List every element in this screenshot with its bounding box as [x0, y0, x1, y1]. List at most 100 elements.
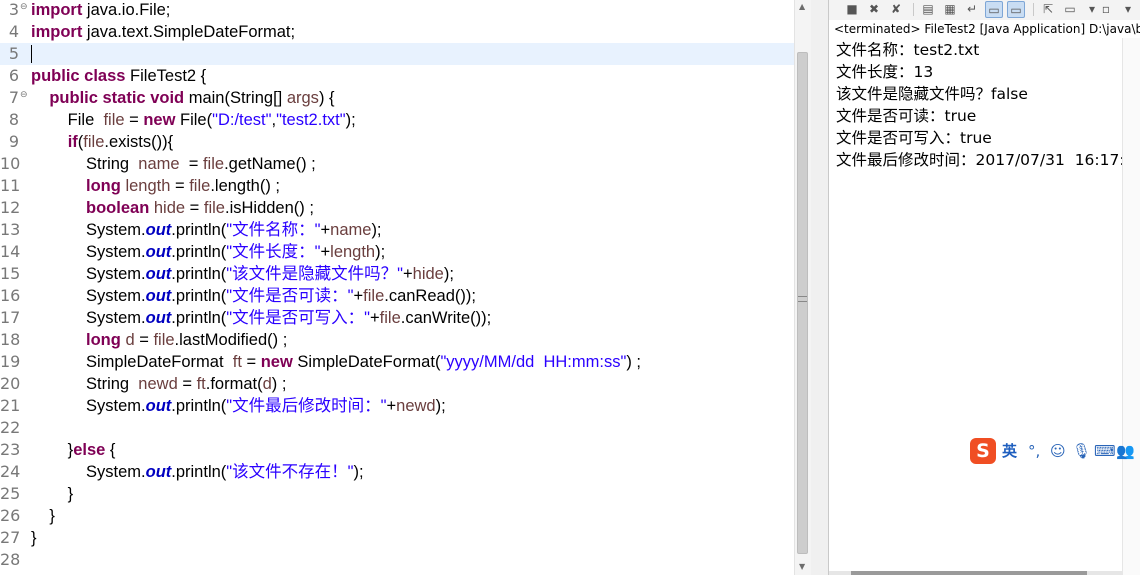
display-console-icon[interactable]: ▭: [1061, 1, 1079, 18]
code-token: d: [125, 331, 135, 349]
console-output-line: 文件最后修改时间：2017/07/31 16:17:: [836, 151, 1125, 169]
fold-toggle-icon[interactable]: ⊖: [20, 2, 28, 12]
scrollbar-thumb[interactable]: [797, 52, 808, 554]
code-token: public class: [31, 67, 126, 85]
terminate-icon[interactable]: ■: [843, 1, 861, 18]
ime-language-toggle[interactable]: 英: [1002, 440, 1017, 462]
console-vertical-scrollbar[interactable]: [1122, 38, 1140, 575]
pane-divider[interactable]: [811, 0, 829, 575]
code-line[interactable]: 6 public class FileTest2 {: [0, 65, 794, 87]
scrollbar-thumb[interactable]: [851, 571, 1087, 575]
code-line[interactable]: 3 ⊖ import java.io.File;: [0, 0, 794, 21]
ime-toolbar[interactable]: S 英 °,☺🎙⌨👥⇧: [968, 437, 1140, 465]
code-token: file: [202, 155, 225, 173]
code-line[interactable]: 25 }: [0, 483, 794, 505]
code-text[interactable]: }: [31, 505, 55, 527]
code-line[interactable]: 4 import java.text.SimpleDateFormat;: [0, 21, 794, 43]
code-token: "文件是否可写入：": [226, 309, 371, 327]
editor-vertical-scrollbar[interactable]: ▲ ▼: [794, 0, 811, 575]
code-text[interactable]: if(file.exists()){: [31, 131, 173, 153]
code-text[interactable]: System.out.println("文件最后修改时间："+newd);: [31, 395, 446, 417]
fold-toggle-icon[interactable]: ⊖: [20, 90, 28, 100]
code-line[interactable]: 24 System.out.println("该文件不存在！");: [0, 461, 794, 483]
code-text[interactable]: }: [31, 527, 37, 549]
word-wrap-icon[interactable]: ↵: [963, 1, 981, 18]
code-line[interactable]: 20 String newd = ft.format(d) ;: [0, 373, 794, 395]
code-line[interactable]: 11 long length = file.length() ;: [0, 175, 794, 197]
code-line[interactable]: 27}: [0, 527, 794, 549]
view-menu-icon[interactable]: ▾: [1119, 1, 1137, 18]
code-line[interactable]: 18 long d = file.lastModified() ;: [0, 329, 794, 351]
code-token: +: [386, 397, 397, 415]
code-token: .length() ;: [210, 177, 281, 195]
code-line[interactable]: 26 }: [0, 505, 794, 527]
code-token: file: [363, 287, 385, 305]
code-line[interactable]: 17 System.out.println("文件是否可写入："+file.ca…: [0, 307, 794, 329]
code-line[interactable]: 28: [0, 549, 794, 571]
code-line[interactable]: 23 }else {: [0, 439, 794, 461]
code-text[interactable]: System.out.println("文件是否可写入："+file.canWr…: [31, 307, 491, 329]
code-token: +: [353, 287, 364, 305]
code-token: ) {: [318, 89, 335, 107]
keyboard-icon[interactable]: ⌨: [1094, 440, 1116, 462]
code-text[interactable]: System.out.println("文件长度："+length);: [31, 241, 385, 263]
user-icon[interactable]: 👥: [1116, 440, 1135, 462]
code-text[interactable]: public class FileTest2 {: [31, 65, 206, 87]
show-on-stderr-icon[interactable]: ▭: [1007, 1, 1025, 18]
sogou-logo-icon[interactable]: S: [970, 438, 996, 464]
code-token: =: [124, 111, 144, 129]
code-line[interactable]: 15 System.out.println("该文件是隐藏文件吗？"+hide)…: [0, 263, 794, 285]
code-line[interactable]: 22: [0, 417, 794, 439]
console-view[interactable]: ■ ✖ ✘ ▤ ▦ ↵ ▭ ▭ ⇱ ▭ ▾ ▫ ▾ <terminated> FileTest2 [Ja…: [829, 0, 1140, 575]
code-token: args: [286, 89, 319, 107]
remove-all-terminated-icon[interactable]: ✘: [887, 1, 905, 18]
code-text[interactable]: System.out.println("文件是否可读："+file.canRea…: [31, 285, 476, 307]
code-token: }: [31, 507, 55, 525]
code-token: =: [177, 375, 197, 393]
microphone-icon[interactable]: 🎙: [1072, 440, 1091, 462]
scroll-lock-icon[interactable]: ▦: [941, 1, 959, 18]
code-line[interactable]: 19 SimpleDateFormat ft = new SimpleDateF…: [0, 351, 794, 373]
code-text[interactable]: String newd = ft.format(d) ;: [31, 373, 286, 395]
code-line[interactable]: 5: [0, 43, 794, 65]
code-token: ft: [196, 375, 206, 393]
code-line[interactable]: 13 System.out.println("文件名称："+name);: [0, 219, 794, 241]
line-number: 24: [0, 462, 21, 481]
code-line[interactable]: 16 System.out.println("文件是否可读："+file.can…: [0, 285, 794, 307]
code-text[interactable]: import java.io.File;: [31, 0, 170, 21]
console-horizontal-scrollbar[interactable]: [829, 571, 1122, 575]
clear-console-icon[interactable]: ▤: [919, 1, 937, 18]
code-line[interactable]: 14 System.out.println("文件长度："+length);: [0, 241, 794, 263]
scroll-down-arrow-icon[interactable]: ▼: [799, 562, 805, 572]
code-text[interactable]: System.out.println("文件名称："+name);: [31, 219, 382, 241]
code-text[interactable]: System.out.println("该文件不存在！");: [31, 461, 364, 483]
emoji-icon[interactable]: ☺: [1050, 440, 1066, 462]
code-text[interactable]: long d = file.lastModified() ;: [31, 329, 287, 351]
line-number: 19: [0, 352, 21, 371]
code-text[interactable]: String name = file.getName() ;: [31, 153, 316, 175]
punctuation-icon[interactable]: °,: [1028, 440, 1040, 462]
code-editor[interactable]: 3 ⊖ import java.io.File; 4 import java.text.…: [0, 0, 794, 575]
open-console-icon[interactable]: ▫: [1097, 1, 1115, 18]
code-line[interactable]: 10 String name = file.getName() ;: [0, 153, 794, 175]
show-on-stdout-icon[interactable]: ▭: [985, 1, 1003, 18]
code-line[interactable]: 21 System.out.println("文件最后修改时间："+newd);: [0, 395, 794, 417]
code-token: main(String[]: [184, 89, 287, 107]
code-line[interactable]: 9 if(file.exists()){: [0, 131, 794, 153]
code-line[interactable]: 12 boolean hide = file.isHidden() ;: [0, 197, 794, 219]
code-text[interactable]: long length = file.length() ;: [31, 175, 280, 197]
code-text[interactable]: boolean hide = file.isHidden() ;: [31, 197, 314, 219]
pin-console-icon[interactable]: ⇱: [1039, 1, 1057, 18]
remove-launch-icon[interactable]: ✖: [865, 1, 883, 18]
code-text[interactable]: System.out.println("该文件是隐藏文件吗？"+hide);: [31, 263, 454, 285]
code-text[interactable]: import java.text.SimpleDateFormat;: [31, 21, 295, 43]
code-line[interactable]: 8 File file = new File("D:/test","test2.…: [0, 109, 794, 131]
code-line[interactable]: 7 ⊖ public static void main(String[] args…: [0, 87, 794, 109]
code-text[interactable]: SimpleDateFormat ft = new SimpleDateForm…: [31, 351, 641, 373]
code-text[interactable]: public static void main(String[] args) {: [31, 87, 335, 109]
code-text[interactable]: File file = new File("D:/test","test2.tx…: [31, 109, 356, 131]
line-number: 26: [0, 506, 21, 525]
scroll-up-arrow-icon[interactable]: ▲: [799, 2, 805, 12]
code-text[interactable]: }else {: [31, 439, 116, 461]
code-text[interactable]: }: [31, 483, 74, 505]
